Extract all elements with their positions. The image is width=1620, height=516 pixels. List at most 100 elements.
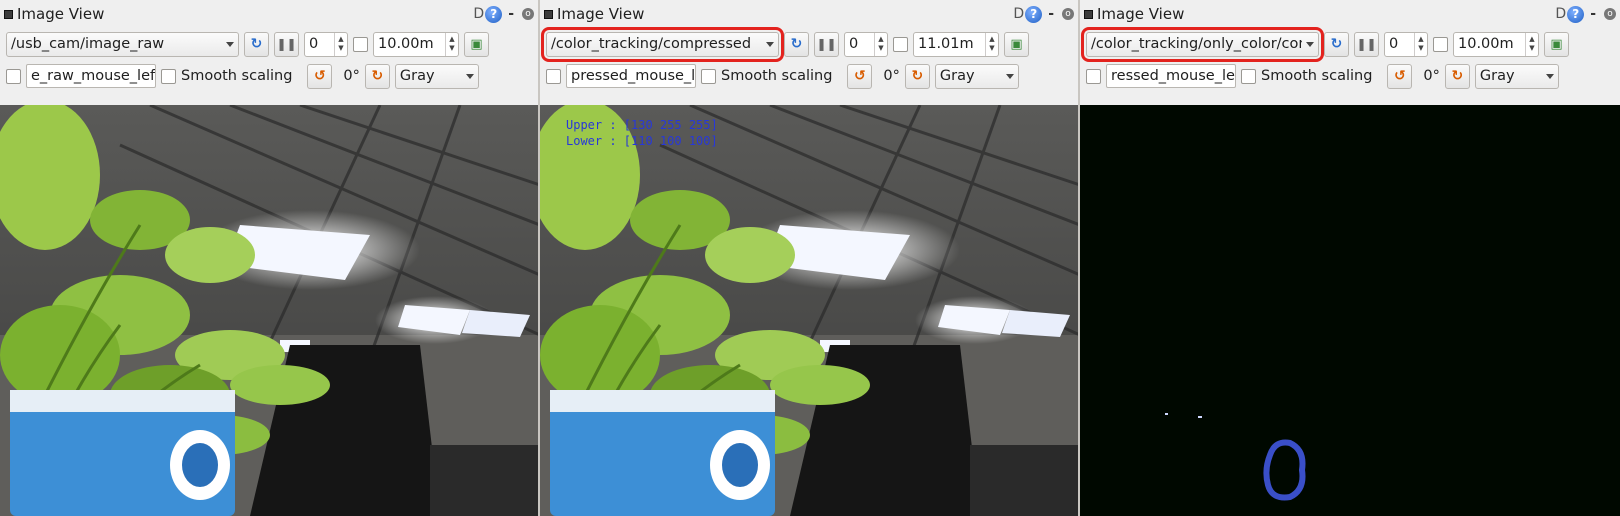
duration-spinbox[interactable]: 11.01m ▲ ▼	[913, 31, 999, 57]
smooth-scaling-checkbox[interactable]	[161, 68, 176, 84]
rotation-value: 0°	[343, 68, 360, 84]
topic-select-value: /usb_cam/image_raw	[11, 36, 165, 52]
close-icon[interactable]: o	[522, 8, 534, 20]
rotate-right-button[interactable]: ↻	[904, 63, 930, 89]
hsv-range-overlay: Upper : [130 255 255] Lower : [110 100 10…	[566, 117, 718, 149]
rotate-cw-icon: ↻	[911, 68, 924, 84]
pause-button[interactable]: ❚❚	[814, 31, 839, 57]
refresh-topics-button[interactable]: ↻	[244, 31, 269, 57]
refresh-topics-button[interactable]: ↻	[1324, 31, 1349, 57]
close-icon[interactable]: o	[1062, 8, 1074, 20]
color-scheme-select[interactable]: Gray	[394, 63, 479, 89]
panel-titlebar[interactable]: Image View D ? - o	[1080, 0, 1620, 28]
rotate-left-button[interactable]: ↺	[847, 63, 873, 89]
rotate-left-button[interactable]: ↺	[1387, 63, 1413, 89]
save-image-button[interactable]: ▣	[1004, 31, 1029, 57]
topic-select[interactable]: /color_tracking/compressed	[541, 26, 784, 62]
rotate-cw-icon: ↻	[1451, 68, 1464, 84]
help-icon[interactable]: ?	[1025, 5, 1043, 23]
mouse-publish-checkbox[interactable]	[546, 68, 561, 84]
spin-arrows[interactable]: ▲ ▼	[1525, 32, 1538, 56]
chevron-down-icon	[465, 73, 474, 79]
panel-titlebar[interactable]: Image View D ? - o	[540, 0, 1078, 28]
rotate-cw-icon: ↻	[371, 68, 384, 84]
image-display[interactable]	[1080, 105, 1620, 516]
dock-toggle-button[interactable]: D	[473, 6, 484, 22]
image-view-panels: Image View D ? - o /usb_cam/image_raw ↻ …	[0, 0, 1620, 516]
color-scheme-select[interactable]: Gray	[1474, 63, 1559, 89]
image-view-panel-1: Image View D ? - o /usb_cam/image_raw ↻ …	[0, 0, 540, 516]
duration-spinbox[interactable]: 10.00m ▲ ▼	[373, 31, 459, 57]
chevron-down-icon	[226, 41, 234, 47]
panel-title: Image View	[557, 5, 645, 23]
mouse-topic-input[interactable]: ressed_mouse_left	[1106, 64, 1236, 88]
spin-arrows[interactable]: ▲ ▼	[1414, 32, 1427, 56]
pause-icon: ❚❚	[276, 37, 297, 51]
color-scheme-select[interactable]: Gray	[934, 63, 1019, 89]
frame-spinbox[interactable]: 0 ▲ ▼	[844, 31, 888, 57]
pause-icon: ❚❚	[1356, 37, 1377, 51]
image-display[interactable]: Upper : [130 255 255] Lower : [110 100 10…	[540, 105, 1078, 516]
dock-toggle-button[interactable]: D	[1555, 6, 1566, 22]
refresh-icon: ↻	[790, 36, 803, 52]
spin-arrows[interactable]: ▲ ▼	[334, 32, 347, 56]
spin-arrows[interactable]: ▲ ▼	[985, 32, 998, 56]
help-icon[interactable]: ?	[1567, 5, 1585, 23]
minimize-button[interactable]: -	[508, 6, 514, 22]
refresh-topics-button[interactable]: ↻	[784, 31, 809, 57]
dock-toggle-button[interactable]: D	[1013, 6, 1024, 22]
chevron-down-icon	[1545, 73, 1554, 79]
toolbar-row-1: /color_tracking/compressed ↻ ❚❚ 0 ▲ ▼ 11.…	[540, 26, 1078, 62]
save-image-button[interactable]: ▣	[464, 31, 489, 57]
close-icon[interactable]: o	[1604, 8, 1616, 20]
duration-checkbox[interactable]	[1433, 36, 1448, 52]
save-icon: ▣	[1010, 36, 1023, 52]
window-icon	[4, 9, 13, 19]
smooth-scaling-checkbox[interactable]	[1241, 68, 1256, 84]
spin-arrows[interactable]: ▲ ▼	[445, 32, 458, 56]
duration-spinbox-value: 10.00m	[1458, 36, 1514, 52]
help-icon[interactable]: ?	[485, 5, 503, 23]
mouse-topic-input[interactable]: e_raw_mouse_left	[26, 64, 156, 88]
pause-button[interactable]: ❚❚	[274, 31, 299, 57]
rotate-right-button[interactable]: ↻	[364, 63, 390, 89]
save-icon: ▣	[1550, 36, 1563, 52]
topic-select-value: /color_tracking/only_color/compr	[1091, 36, 1302, 52]
image-view-panel-3: Image View D ? - o /color_tracking/only_…	[1080, 0, 1620, 516]
minimize-button[interactable]: -	[1048, 6, 1054, 22]
save-image-button[interactable]: ▣	[1544, 31, 1569, 57]
spin-arrows[interactable]: ▲ ▼	[874, 32, 887, 56]
duration-spinbox[interactable]: 10.00m ▲ ▼	[1453, 31, 1539, 57]
toolbar-row-1: /color_tracking/only_color/compr ↻ ❚❚ 0 …	[1080, 26, 1620, 62]
panel-title: Image View	[1097, 5, 1185, 23]
rotate-ccw-icon: ↺	[1394, 68, 1406, 84]
topic-select[interactable]: /usb_cam/image_raw	[6, 31, 239, 57]
frame-spinbox[interactable]: 0 ▲ ▼	[304, 31, 348, 57]
smooth-scaling-checkbox[interactable]	[701, 68, 716, 84]
rotate-left-button[interactable]: ↺	[307, 63, 333, 89]
toolbar-row-2: pressed_mouse_lef Smooth scaling ↺ 0° ↻ …	[540, 60, 1078, 92]
topic-select-value: /color_tracking/compressed	[551, 36, 752, 52]
topic-select[interactable]: /color_tracking/only_color/compr	[1081, 26, 1324, 62]
refresh-icon: ↻	[250, 36, 263, 52]
chevron-down-icon	[1306, 41, 1314, 47]
frame-spinbox[interactable]: 0 ▲ ▼	[1384, 31, 1428, 57]
minimize-button[interactable]: -	[1590, 6, 1596, 22]
hsv-range-line: Upper : [130 255 255]	[566, 118, 718, 132]
pause-button[interactable]: ❚❚	[1354, 31, 1379, 57]
mouse-publish-checkbox[interactable]	[6, 68, 21, 84]
rotation-value: 0°	[1423, 68, 1440, 84]
refresh-icon: ↻	[1330, 36, 1343, 52]
frame-spinbox-value: 0	[1389, 36, 1399, 52]
mouse-topic-input[interactable]: pressed_mouse_lef	[566, 64, 696, 88]
rotate-right-button[interactable]: ↻	[1444, 63, 1470, 89]
window-icon	[544, 9, 553, 19]
pause-icon: ❚❚	[816, 37, 837, 51]
duration-checkbox[interactable]	[353, 36, 368, 52]
mouse-publish-checkbox[interactable]	[1086, 68, 1101, 84]
smooth-scaling-label: Smooth scaling	[181, 68, 293, 84]
duration-checkbox[interactable]	[893, 36, 908, 52]
image-display[interactable]	[0, 105, 538, 516]
hsv-range-line: Lower : [110 100 100]	[566, 134, 718, 148]
panel-titlebar[interactable]: Image View D ? - o	[0, 0, 538, 28]
